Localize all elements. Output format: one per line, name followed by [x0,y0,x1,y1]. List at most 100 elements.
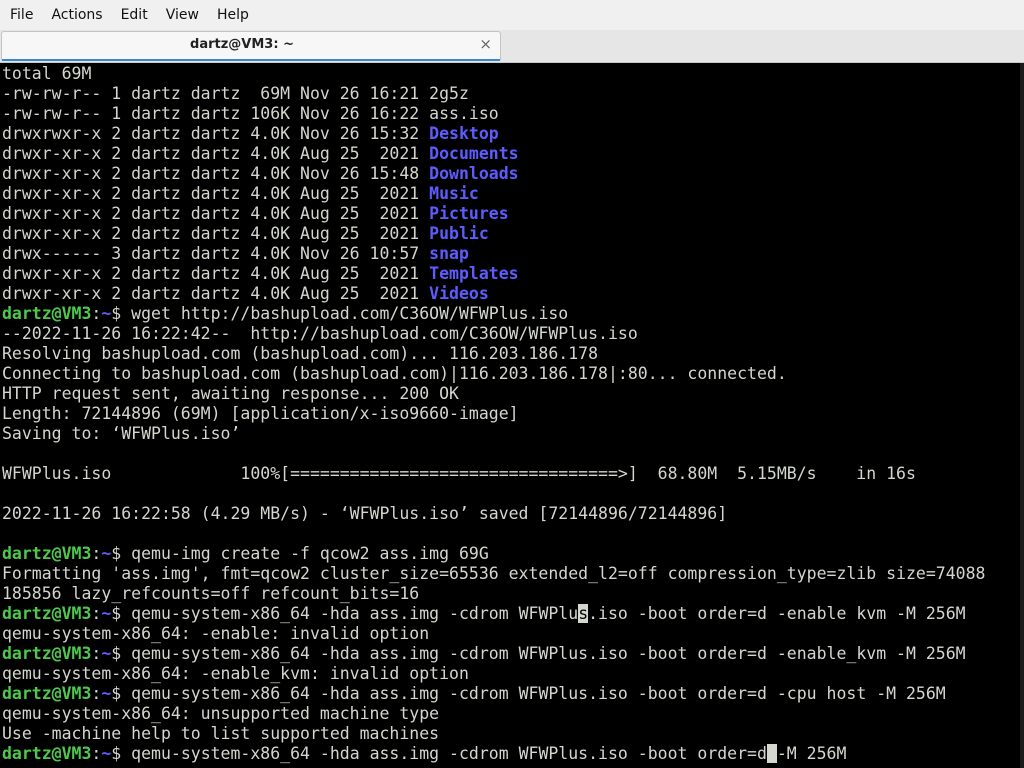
output-line: HTTP request sent, awaiting response... … [2,384,1020,404]
ls-entry: drwxr-xr-x 2 dartz dartz 4.0K Aug 25 202… [2,284,1020,304]
ls-directory-name: snap [429,244,469,263]
menu-help[interactable]: Help [217,7,249,23]
command-line: dartz@VM3:~$ wget http://bashupload.com/… [2,304,1020,324]
prompt-separator: : [91,644,102,663]
output-text: HTTP request sent, awaiting response... … [2,384,459,403]
command-line: dartz@VM3:~$ qemu-system-x86_64 -hda ass… [2,644,1020,664]
ls-attributes: -rw-rw-r-- 1 dartz dartz 69M Nov 26 16:2… [2,84,430,103]
command-text: qemu-system-x86_64 -hda ass.img -cdrom W… [131,684,946,703]
output-text: 2022-11-26 16:22:58 (4.29 MB/s) - ‘WFWPl… [2,504,728,523]
ls-entry: drwxr-xr-x 2 dartz dartz 4.0K Aug 25 202… [2,204,1020,224]
prompt-path: ~ [101,604,112,623]
prompt-path: ~ [101,304,112,323]
ls-attributes: drwxr-xr-x 2 dartz dartz 4.0K Aug 25 202… [2,264,430,283]
ls-directory-name: Videos [429,284,489,303]
output-text: qemu-system-x86_64: -enable_kvm: invalid… [2,664,469,683]
ls-entry: drwxr-xr-x 2 dartz dartz 4.0K Aug 25 202… [2,184,1020,204]
command-text: qemu-img create -f qcow2 ass.img 69G [131,544,489,563]
command-text-rest: .iso -boot order=d -enable kvm -M 256M [588,604,966,623]
output-text: qemu-system-x86_64: -enable: invalid opt… [2,624,430,643]
output-text: total 69M [2,64,92,83]
prompt-separator: : [91,684,102,703]
prompt-user: dartz@VM3 [2,604,92,623]
prompt-symbol: $ [111,684,132,703]
command-text: qemu-system-x86_64 -hda ass.img -cdrom W… [131,744,767,763]
ls-directory-name: Desktop [429,124,499,143]
command-text: qemu-system-x86_64 -hda ass.img -cdrom W… [131,644,966,663]
menu-file[interactable]: File [10,7,33,23]
prompt-user: dartz@VM3 [2,304,92,323]
command-text: qemu-system-x86_64 -hda ass.img -cdrom W… [131,604,579,623]
output-line: --2022-11-26 16:22:42-- http://bashuploa… [2,324,1020,344]
command-line: dartz@VM3:~$ qemu-system-x86_64 -hda ass… [2,604,1020,624]
prompt-separator: : [91,544,102,563]
tab-bar: dartz@VM3: ~ × [0,30,1024,63]
prompt-separator: : [91,304,102,323]
ls-directory-name: Templates [429,264,519,283]
prompt-user: dartz@VM3 [2,744,92,763]
ls-attributes: drwx------ 3 dartz dartz 4.0K Nov 26 10:… [2,244,430,263]
output-text: Formatting 'ass.img', fmt=qcow2 cluster_… [2,564,986,583]
prompt-path: ~ [101,544,112,563]
output-line: qemu-system-x86_64: -enable_kvm: invalid… [2,664,1020,684]
ls-file-name: ass.iso [429,104,499,123]
ls-directory-name: Music [429,184,479,203]
scrollbar[interactable] [1020,63,1024,768]
ls-attributes: drwxr-xr-x 2 dartz dartz 4.0K Aug 25 202… [2,224,430,243]
output-text: WFWPlus.iso 100%[=======================… [2,464,916,483]
ls-attributes: drwxrwxr-x 2 dartz dartz 4.0K Nov 26 15:… [2,124,430,143]
output-line: qemu-system-x86_64: unsupported machine … [2,704,1020,724]
close-icon[interactable]: × [479,35,492,53]
ls-entry: drwxr-xr-x 2 dartz dartz 4.0K Aug 25 202… [2,144,1020,164]
ls-directory-name: Public [429,224,489,243]
prompt-separator: : [91,604,102,623]
output-text: qemu-system-x86_64: unsupported machine … [2,704,440,723]
text-cursor [766,744,777,763]
output-line: 185856 lazy_refcounts=off refcount_bits=… [2,584,1020,604]
output-line: Use -machine help to list supported mach… [2,724,1020,744]
output-text: Length: 72144896 (69M) [application/x-is… [2,404,519,423]
menu-actions[interactable]: Actions [51,7,102,23]
ls-entry: drwxr-xr-x 2 dartz dartz 4.0K Nov 26 15:… [2,164,1020,184]
menu-bar: File Actions Edit View Help [0,0,1024,30]
output-line: 2022-11-26 16:22:58 (4.29 MB/s) - ‘WFWPl… [2,504,1020,524]
menu-edit[interactable]: Edit [121,7,148,23]
prompt-symbol: $ [111,304,132,323]
prompt-symbol: $ [111,544,132,563]
menu-view[interactable]: View [166,7,199,23]
ls-entry: drwx------ 3 dartz dartz 4.0K Nov 26 10:… [2,244,1020,264]
text-cursor: s [578,604,589,623]
ls-attributes: drwxr-xr-x 2 dartz dartz 4.0K Aug 25 202… [2,284,430,303]
output-text: Connecting to bashupload.com (bashupload… [2,364,787,383]
prompt-symbol: $ [111,644,132,663]
ls-attributes: -rw-rw-r-- 1 dartz dartz 106K Nov 26 16:… [2,104,430,123]
ls-attributes: drwxr-xr-x 2 dartz dartz 4.0K Nov 26 15:… [2,164,430,183]
prompt-symbol: $ [111,744,132,763]
output-line: WFWPlus.iso 100%[=======================… [2,464,1020,484]
output-text: Resolving bashupload.com (bashupload.com… [2,344,599,363]
ls-file-name: 2g5z [429,84,469,103]
ls-entry: drwxr-xr-x 2 dartz dartz 4.0K Aug 25 202… [2,224,1020,244]
prompt-user: dartz@VM3 [2,684,92,703]
ls-entry: -rw-rw-r-- 1 dartz dartz 106K Nov 26 16:… [2,104,1020,124]
ls-directory-name: Downloads [429,164,519,183]
output-line: qemu-system-x86_64: -enable: invalid opt… [2,624,1020,644]
output-line: Saving to: ‘WFWPlus.iso’ [2,424,1020,444]
prompt-path: ~ [101,684,112,703]
output-text: Use -machine help to list supported mach… [2,724,440,743]
command-line: dartz@VM3:~$ qemu-img create -f qcow2 as… [2,544,1020,564]
output-line: Connecting to bashupload.com (bashupload… [2,364,1020,384]
ls-directory-name: Documents [429,144,519,163]
ls-entry: drwxrwxr-x 2 dartz dartz 4.0K Nov 26 15:… [2,124,1020,144]
terminal-tab[interactable]: dartz@VM3: ~ × [1,31,501,61]
ls-entry: -rw-rw-r-- 1 dartz dartz 69M Nov 26 16:2… [2,84,1020,104]
terminal-lines: total 69M -rw-rw-r-- 1 dartz dartz 69M No… [2,64,1020,764]
ls-attributes: drwxr-xr-x 2 dartz dartz 4.0K Aug 25 202… [2,184,430,203]
terminal-output[interactable]: total 69M -rw-rw-r-- 1 dartz dartz 69M No… [0,63,1024,768]
prompt-separator: : [91,744,102,763]
output-line: Formatting 'ass.img', fmt=qcow2 cluster_… [2,564,1020,584]
output-text: Saving to: ‘WFWPlus.iso’ [2,424,241,443]
command-text: wget http://bashupload.com/C36OW/WFWPlus… [131,304,569,323]
